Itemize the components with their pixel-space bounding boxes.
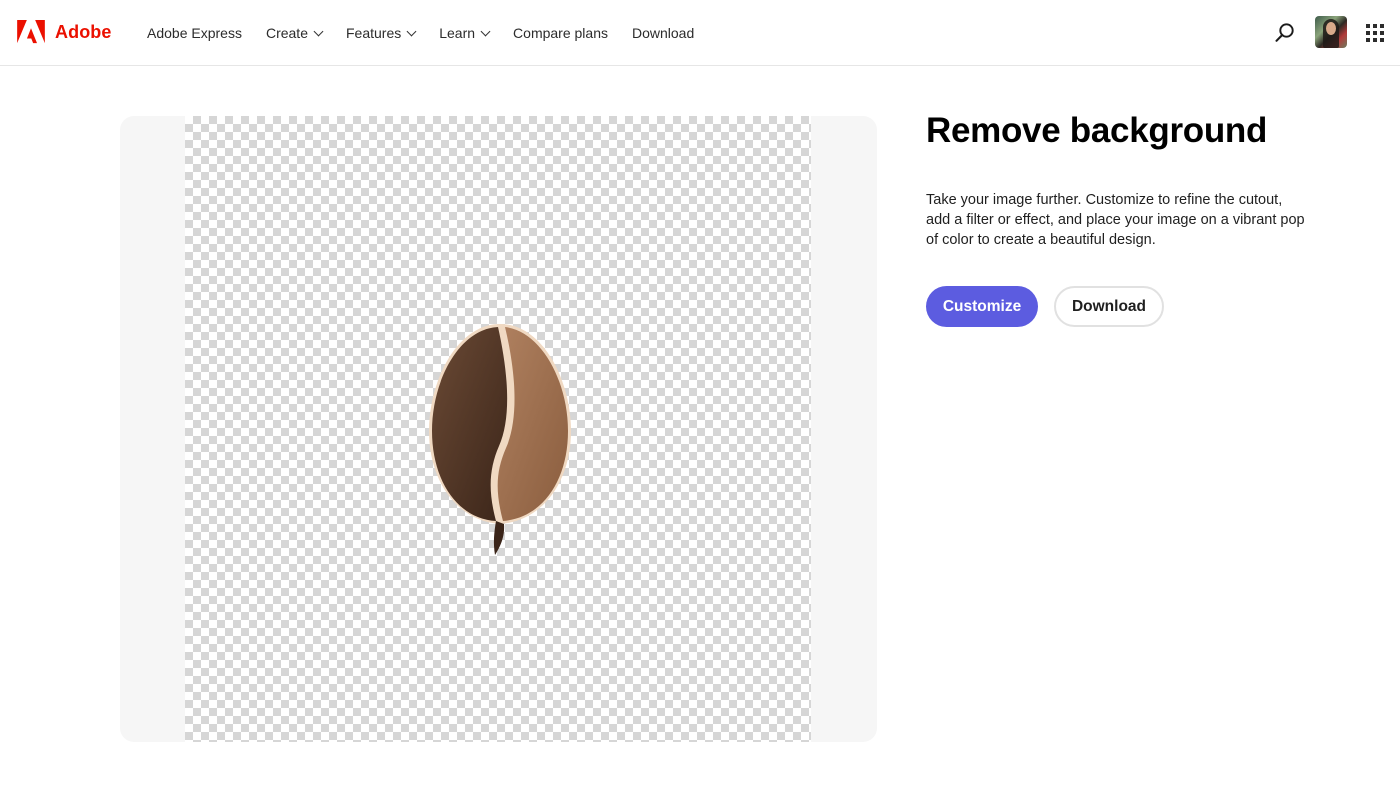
coffee-bean-icon <box>429 324 571 555</box>
nav-label: Adobe Express <box>147 25 242 41</box>
nav-download[interactable]: Download <box>632 25 694 41</box>
download-button[interactable]: Download <box>1054 286 1164 327</box>
action-buttons: Customize Download <box>926 286 1164 327</box>
search-icon <box>1275 23 1294 42</box>
nav-learn[interactable]: Learn <box>439 25 491 41</box>
adobe-logo-link[interactable]: Adobe <box>17 20 112 44</box>
page-description: Take your image further. Customize to re… <box>926 192 1305 248</box>
brand-name: Adobe <box>55 21 112 42</box>
top-navigation-bar: Adobe Adobe Express Create Features Lear… <box>0 0 1400 66</box>
app-switcher-grid-icon[interactable] <box>1366 24 1384 42</box>
image-preview-panel <box>120 116 877 742</box>
nav-label: Download <box>631 25 695 41</box>
nav-label: Learn <box>439 25 476 41</box>
search-button[interactable] <box>1274 22 1296 44</box>
customize-button[interactable]: Customize <box>926 286 1038 327</box>
nav-label: Create <box>265 25 308 41</box>
info-panel: Remove background Take your image furthe… <box>926 110 1316 327</box>
nav-compare-plans[interactable]: Compare plans <box>513 25 608 41</box>
transparent-canvas <box>185 116 811 742</box>
user-avatar[interactable] <box>1315 16 1347 48</box>
page-title: Remove background <box>926 111 1268 150</box>
chevron-down-icon <box>406 26 417 36</box>
nav-features[interactable]: Features <box>345 25 417 41</box>
nav-adobe-express[interactable]: Adobe Express <box>147 25 242 41</box>
main-nav: Adobe Express Create Features Learn Comp… <box>147 0 718 66</box>
chevron-down-icon <box>313 26 324 36</box>
chevron-down-icon <box>480 26 491 36</box>
nav-label: Compare plans <box>513 25 608 41</box>
nav-label: Features <box>345 25 402 41</box>
adobe-logo-icon <box>17 20 45 44</box>
avatar-face <box>1326 22 1336 35</box>
nav-create[interactable]: Create <box>265 25 324 41</box>
